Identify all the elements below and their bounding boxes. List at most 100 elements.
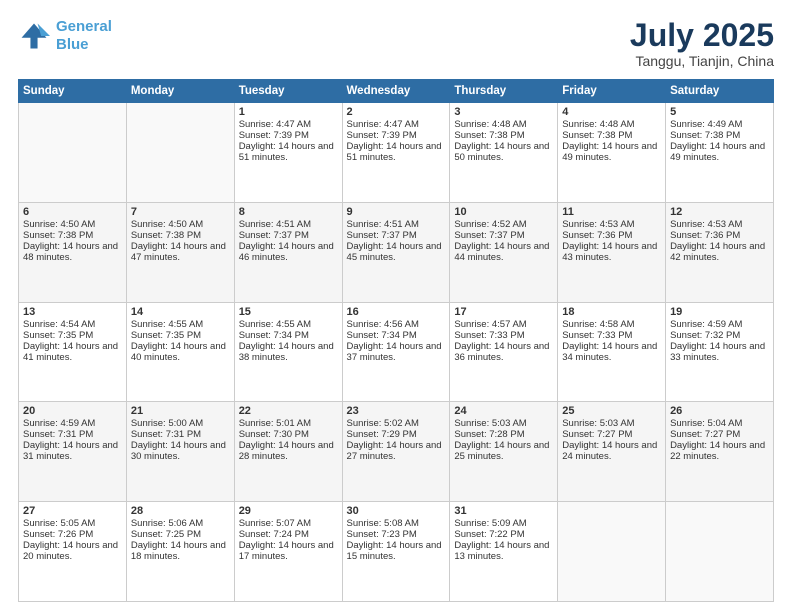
- day-number: 29: [239, 505, 338, 517]
- calendar-cell: 12Sunrise: 4:53 AMSunset: 7:36 PMDayligh…: [666, 202, 774, 302]
- day-info: Sunset: 7:35 PM: [23, 330, 122, 341]
- week-row-4: 20Sunrise: 4:59 AMSunset: 7:31 PMDayligh…: [19, 402, 774, 502]
- day-number: 7: [131, 206, 230, 218]
- day-number: 31: [454, 505, 553, 517]
- calendar-cell: [666, 502, 774, 602]
- day-info: Daylight: 14 hours and 17 minutes.: [239, 540, 338, 562]
- day-number: 1: [239, 106, 338, 118]
- calendar-cell: 2Sunrise: 4:47 AMSunset: 7:39 PMDaylight…: [342, 103, 450, 203]
- calendar-cell: 4Sunrise: 4:48 AMSunset: 7:38 PMDaylight…: [558, 103, 666, 203]
- calendar-cell: 15Sunrise: 4:55 AMSunset: 7:34 PMDayligh…: [234, 302, 342, 402]
- logo: General Blue: [18, 18, 112, 54]
- day-info: Daylight: 14 hours and 28 minutes.: [239, 440, 338, 462]
- logo-icon: [18, 20, 50, 52]
- day-number: 19: [670, 306, 769, 318]
- day-info: Sunrise: 4:48 AM: [562, 119, 661, 130]
- day-number: 13: [23, 306, 122, 318]
- day-info: Sunset: 7:34 PM: [239, 330, 338, 341]
- day-info: Daylight: 14 hours and 44 minutes.: [454, 241, 553, 263]
- day-info: Sunset: 7:35 PM: [131, 330, 230, 341]
- calendar-cell: 17Sunrise: 4:57 AMSunset: 7:33 PMDayligh…: [450, 302, 558, 402]
- day-info: Sunrise: 4:55 AM: [239, 319, 338, 330]
- calendar-cell: 18Sunrise: 4:58 AMSunset: 7:33 PMDayligh…: [558, 302, 666, 402]
- day-info: Sunrise: 5:06 AM: [131, 518, 230, 529]
- day-info: Sunset: 7:27 PM: [562, 429, 661, 440]
- day-info: Daylight: 14 hours and 24 minutes.: [562, 440, 661, 462]
- calendar-table: SundayMondayTuesdayWednesdayThursdayFrid…: [18, 79, 774, 602]
- day-info: Sunrise: 4:51 AM: [239, 219, 338, 230]
- col-header-thursday: Thursday: [450, 80, 558, 103]
- logo-blue: Blue: [56, 36, 89, 53]
- day-number: 14: [131, 306, 230, 318]
- day-info: Sunset: 7:23 PM: [347, 529, 446, 540]
- day-number: 25: [562, 405, 661, 417]
- day-info: Sunset: 7:34 PM: [347, 330, 446, 341]
- day-info: Sunrise: 4:51 AM: [347, 219, 446, 230]
- calendar-cell: 24Sunrise: 5:03 AMSunset: 7:28 PMDayligh…: [450, 402, 558, 502]
- title-block: July 2025 Tanggu, Tianjin, China: [630, 18, 774, 69]
- day-number: 27: [23, 505, 122, 517]
- day-info: Sunrise: 4:58 AM: [562, 319, 661, 330]
- day-info: Daylight: 14 hours and 20 minutes.: [23, 540, 122, 562]
- day-info: Sunrise: 4:54 AM: [23, 319, 122, 330]
- calendar-cell: [558, 502, 666, 602]
- day-info: Sunset: 7:38 PM: [23, 230, 122, 241]
- day-info: Daylight: 14 hours and 46 minutes.: [239, 241, 338, 263]
- week-row-3: 13Sunrise: 4:54 AMSunset: 7:35 PMDayligh…: [19, 302, 774, 402]
- day-info: Daylight: 14 hours and 51 minutes.: [239, 141, 338, 163]
- day-info: Sunset: 7:29 PM: [347, 429, 446, 440]
- day-info: Sunset: 7:22 PM: [454, 529, 553, 540]
- col-header-wednesday: Wednesday: [342, 80, 450, 103]
- calendar-cell: [126, 103, 234, 203]
- day-info: Sunrise: 4:59 AM: [670, 319, 769, 330]
- day-info: Sunset: 7:36 PM: [562, 230, 661, 241]
- logo-general: General: [56, 18, 112, 35]
- day-number: 21: [131, 405, 230, 417]
- day-number: 2: [347, 106, 446, 118]
- calendar-cell: 31Sunrise: 5:09 AMSunset: 7:22 PMDayligh…: [450, 502, 558, 602]
- calendar-cell: 25Sunrise: 5:03 AMSunset: 7:27 PMDayligh…: [558, 402, 666, 502]
- day-info: Sunrise: 4:50 AM: [23, 219, 122, 230]
- day-info: Sunset: 7:39 PM: [239, 130, 338, 141]
- calendar-cell: 11Sunrise: 4:53 AMSunset: 7:36 PMDayligh…: [558, 202, 666, 302]
- day-info: Sunset: 7:38 PM: [670, 130, 769, 141]
- day-number: 28: [131, 505, 230, 517]
- col-header-saturday: Saturday: [666, 80, 774, 103]
- day-info: Daylight: 14 hours and 51 minutes.: [347, 141, 446, 163]
- day-info: Daylight: 14 hours and 37 minutes.: [347, 341, 446, 363]
- day-number: 30: [347, 505, 446, 517]
- week-row-1: 1Sunrise: 4:47 AMSunset: 7:39 PMDaylight…: [19, 103, 774, 203]
- day-info: Sunrise: 5:03 AM: [562, 418, 661, 429]
- day-info: Sunrise: 5:03 AM: [454, 418, 553, 429]
- day-number: 24: [454, 405, 553, 417]
- day-info: Daylight: 14 hours and 36 minutes.: [454, 341, 553, 363]
- day-info: Daylight: 14 hours and 45 minutes.: [347, 241, 446, 263]
- day-number: 9: [347, 206, 446, 218]
- calendar-cell: 21Sunrise: 5:00 AMSunset: 7:31 PMDayligh…: [126, 402, 234, 502]
- day-info: Sunrise: 5:07 AM: [239, 518, 338, 529]
- day-info: Sunrise: 4:50 AM: [131, 219, 230, 230]
- day-info: Sunset: 7:36 PM: [670, 230, 769, 241]
- day-info: Daylight: 14 hours and 34 minutes.: [562, 341, 661, 363]
- day-info: Daylight: 14 hours and 48 minutes.: [23, 241, 122, 263]
- day-info: Sunrise: 4:47 AM: [347, 119, 446, 130]
- day-info: Sunrise: 4:57 AM: [454, 319, 553, 330]
- day-info: Sunrise: 4:52 AM: [454, 219, 553, 230]
- day-info: Sunset: 7:37 PM: [347, 230, 446, 241]
- day-info: Sunrise: 4:55 AM: [131, 319, 230, 330]
- day-info: Sunset: 7:38 PM: [131, 230, 230, 241]
- day-info: Sunrise: 5:01 AM: [239, 418, 338, 429]
- calendar-cell: 30Sunrise: 5:08 AMSunset: 7:23 PMDayligh…: [342, 502, 450, 602]
- main-title: July 2025: [630, 18, 774, 53]
- calendar-cell: 13Sunrise: 4:54 AMSunset: 7:35 PMDayligh…: [19, 302, 127, 402]
- day-info: Daylight: 14 hours and 33 minutes.: [670, 341, 769, 363]
- day-number: 8: [239, 206, 338, 218]
- week-row-5: 27Sunrise: 5:05 AMSunset: 7:26 PMDayligh…: [19, 502, 774, 602]
- day-info: Sunrise: 5:04 AM: [670, 418, 769, 429]
- day-info: Daylight: 14 hours and 40 minutes.: [131, 341, 230, 363]
- day-info: Sunset: 7:37 PM: [239, 230, 338, 241]
- day-info: Daylight: 14 hours and 18 minutes.: [131, 540, 230, 562]
- day-info: Daylight: 14 hours and 43 minutes.: [562, 241, 661, 263]
- calendar-cell: 3Sunrise: 4:48 AMSunset: 7:38 PMDaylight…: [450, 103, 558, 203]
- day-number: 26: [670, 405, 769, 417]
